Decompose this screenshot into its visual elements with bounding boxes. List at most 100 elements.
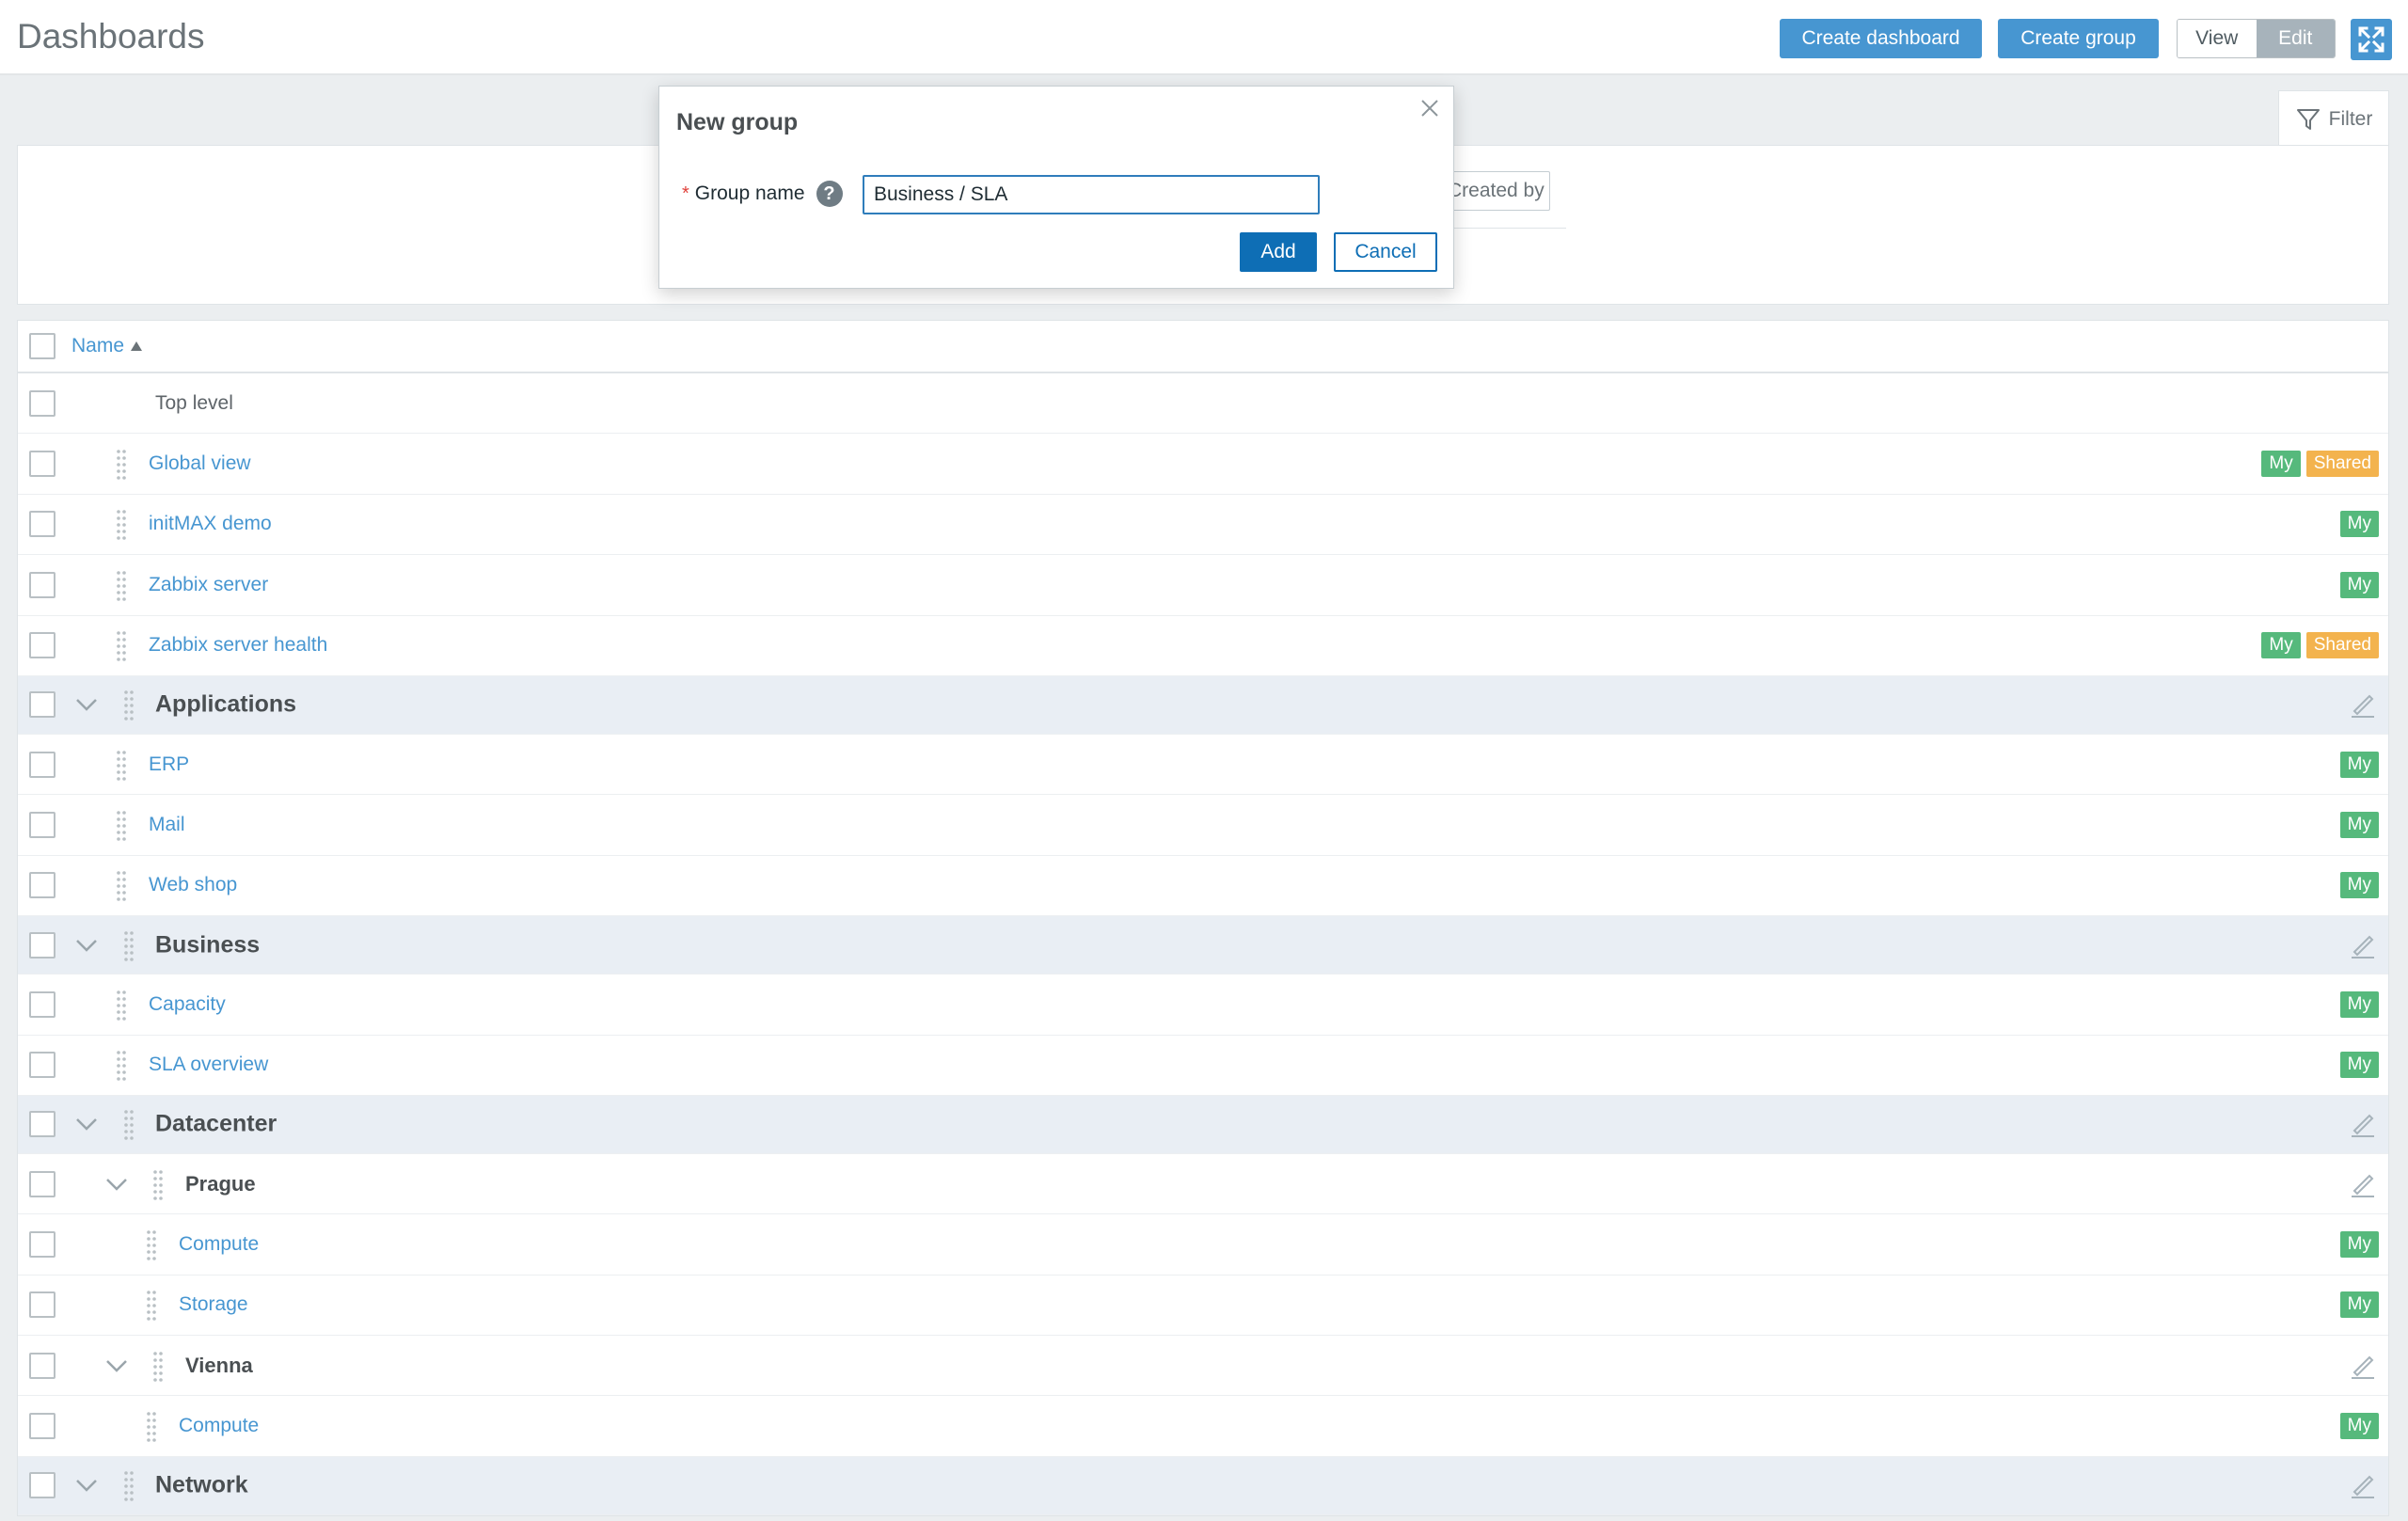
dashboard-link[interactable]: Zabbix server health — [149, 634, 327, 657]
my-badge: My — [2339, 990, 2379, 1018]
create-dashboard-button[interactable]: Create dashboard — [1780, 19, 1982, 58]
drag-handle-icon[interactable] — [115, 1049, 128, 1082]
drag-handle-icon[interactable] — [115, 989, 128, 1021]
add-button[interactable]: Add — [1240, 232, 1317, 272]
row-checkbox[interactable] — [29, 511, 55, 538]
group-name-label-text: Group name — [694, 182, 805, 204]
dashboard-link[interactable]: Zabbix server — [149, 574, 268, 596]
drag-handle-icon[interactable] — [115, 869, 128, 902]
my-badge: My — [2261, 632, 2301, 659]
dashboard-link[interactable]: SLA overview — [149, 1054, 268, 1076]
row-checkbox[interactable] — [29, 872, 55, 899]
chevron-down-icon[interactable] — [72, 1115, 101, 1133]
table-row: Compute My — [18, 1396, 2388, 1457]
badges: My — [2339, 872, 2379, 899]
dashboard-link[interactable]: Mail — [149, 814, 185, 836]
row-checkbox[interactable] — [29, 389, 55, 417]
dashboard-link[interactable]: Capacity — [149, 993, 226, 1016]
edit-icon[interactable] — [2349, 931, 2377, 959]
badges: My — [2339, 1230, 2379, 1258]
drag-handle-icon[interactable] — [151, 1350, 165, 1382]
drag-handle-icon[interactable] — [115, 629, 128, 662]
drag-handle-icon[interactable] — [145, 1228, 158, 1260]
row-checkbox[interactable] — [29, 451, 55, 478]
row-checkbox[interactable] — [29, 812, 55, 839]
dashboard-link[interactable]: Storage — [179, 1293, 248, 1316]
dashboard-link[interactable]: ERP — [149, 753, 189, 776]
drag-handle-icon[interactable] — [122, 929, 135, 961]
drag-handle-icon[interactable] — [115, 448, 128, 480]
dashboard-link[interactable]: Compute — [179, 1233, 259, 1256]
group-label: Network — [155, 1471, 248, 1498]
my-badge: My — [2261, 451, 2301, 478]
table-row: Business — [18, 916, 2388, 975]
table-row: Applications — [18, 675, 2388, 735]
drag-handle-icon[interactable] — [145, 1289, 158, 1322]
drag-handle-icon[interactable] — [145, 1410, 158, 1442]
row-checkbox[interactable] — [29, 691, 55, 719]
drag-handle-icon[interactable] — [115, 809, 128, 841]
edit-icon[interactable] — [2349, 1170, 2377, 1198]
table-row: initMAX demo My — [18, 494, 2388, 556]
row-checkbox[interactable] — [29, 931, 55, 959]
table-row: Prague — [18, 1153, 2388, 1215]
drag-handle-icon[interactable] — [122, 1469, 135, 1502]
row-checkbox[interactable] — [29, 1111, 55, 1138]
view-button[interactable]: View — [2178, 20, 2257, 57]
table-row: ERP My — [18, 734, 2388, 796]
table-row: Network — [18, 1456, 2388, 1515]
row-checkbox[interactable] — [29, 1352, 55, 1379]
chevron-down-icon[interactable] — [72, 695, 101, 714]
edit-icon[interactable] — [2349, 690, 2377, 719]
chevron-down-icon[interactable] — [103, 1356, 131, 1375]
dashboard-link[interactable]: Compute — [179, 1415, 259, 1437]
chevron-down-icon[interactable] — [103, 1175, 131, 1194]
help-icon[interactable]: ? — [816, 181, 843, 207]
row-checkbox[interactable] — [29, 1230, 55, 1258]
edit-icon[interactable] — [2349, 1471, 2377, 1499]
dashboard-link[interactable]: initMAX demo — [149, 513, 272, 535]
filter-icon — [2296, 108, 2320, 130]
row-checkbox[interactable] — [29, 571, 55, 598]
create-group-button[interactable]: Create group — [1998, 19, 2159, 58]
drag-handle-icon[interactable] — [115, 749, 128, 781]
edit-icon[interactable] — [2349, 1110, 2377, 1138]
chevron-down-icon[interactable] — [72, 1476, 101, 1495]
row-checkbox[interactable] — [29, 1052, 55, 1079]
select-all-checkbox[interactable] — [29, 333, 55, 359]
table-row: Datacenter — [18, 1095, 2388, 1154]
table-row: Storage My — [18, 1275, 2388, 1337]
table-row: Top level — [18, 373, 2388, 435]
badges: My — [2339, 1413, 2379, 1440]
dashboard-link[interactable]: Global view — [149, 452, 251, 475]
row-checkbox[interactable] — [29, 1413, 55, 1440]
cancel-button[interactable]: Cancel — [1334, 232, 1437, 272]
row-checkbox[interactable] — [29, 751, 55, 778]
drag-handle-icon[interactable] — [115, 508, 128, 541]
fullscreen-button[interactable] — [2351, 19, 2392, 60]
group-name-input[interactable] — [863, 175, 1320, 214]
list-header: Name — [18, 321, 2388, 373]
row-checkbox[interactable] — [29, 1291, 55, 1319]
drag-handle-icon[interactable] — [122, 689, 135, 721]
drag-handle-icon[interactable] — [151, 1168, 165, 1200]
row-checkbox[interactable] — [29, 632, 55, 659]
edit-button[interactable]: Edit — [2256, 20, 2335, 57]
column-name-sort[interactable]: Name — [71, 335, 143, 357]
chevron-down-icon[interactable] — [72, 936, 101, 955]
page-header: Dashboards Create dashboard Create group… — [0, 0, 2408, 75]
filter-tab[interactable]: Filter — [2278, 90, 2389, 147]
list-rows: Top level Global view My Shared initMAX demo… — [18, 373, 2388, 1515]
drag-handle-icon[interactable] — [122, 1108, 135, 1141]
subgroup-label: Prague — [185, 1171, 256, 1196]
filter-created-by-me[interactable]: Created by me — [1439, 171, 1550, 211]
table-row: Zabbix server My — [18, 555, 2388, 616]
edit-icon[interactable] — [2349, 1352, 2377, 1380]
row-checkbox[interactable] — [29, 990, 55, 1018]
close-icon[interactable] — [1418, 96, 1442, 120]
dashboard-link[interactable]: Web shop — [149, 874, 237, 896]
row-checkbox[interactable] — [29, 1472, 55, 1499]
row-checkbox[interactable] — [29, 1170, 55, 1197]
row-label: Top level — [155, 391, 233, 414]
drag-handle-icon[interactable] — [115, 569, 128, 601]
